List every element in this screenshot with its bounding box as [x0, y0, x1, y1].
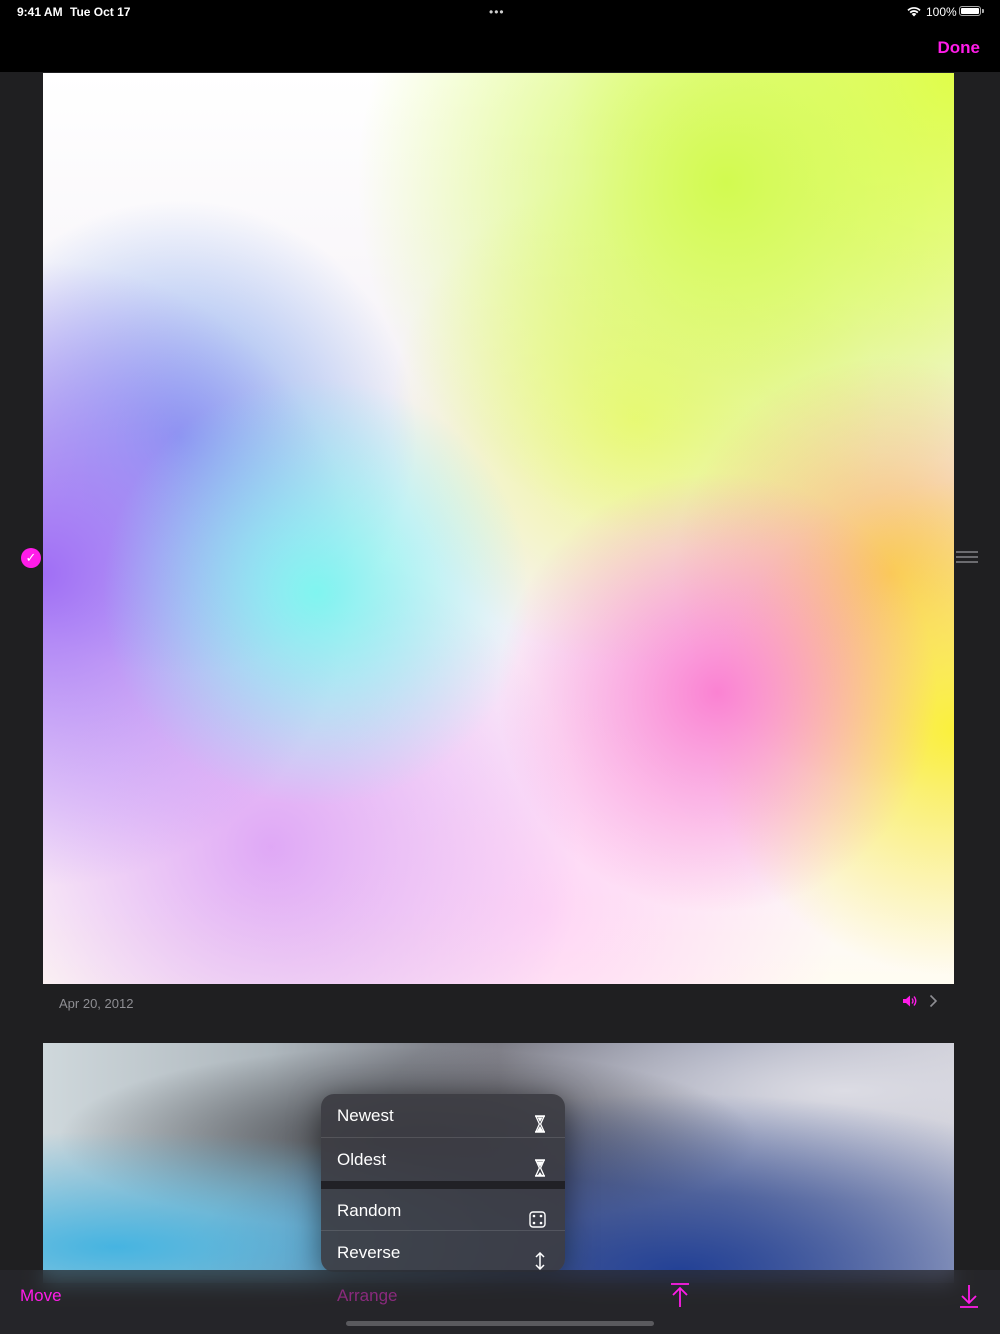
done-button[interactable]: Done [938, 38, 981, 58]
home-indicator [346, 1321, 654, 1326]
menu-item-random[interactable]: Random [321, 1189, 565, 1232]
menu-item-label: Oldest [337, 1150, 387, 1169]
status-bar: 9:41 AM Tue Oct 17 ••• 100% [0, 0, 1000, 24]
status-date: Tue Oct 17 [70, 5, 131, 19]
arrow-to-bottom-icon[interactable] [958, 1284, 980, 1313]
arrange-menu: Newest Oldest Random Reverse [321, 1094, 565, 1272]
multitask-dots[interactable]: ••• [489, 5, 505, 19]
battery-percent: 100% [926, 5, 957, 19]
arrange-button[interactable]: Arrange [337, 1286, 397, 1306]
reorder-handle-icon[interactable] [956, 551, 978, 565]
chevron-right-icon[interactable] [928, 994, 938, 1013]
menu-item-newest[interactable]: Newest [321, 1094, 565, 1137]
status-time: 9:41 AM [17, 5, 63, 19]
wifi-icon [906, 4, 922, 22]
speaker-icon[interactable] [902, 994, 918, 1013]
move-button[interactable]: Move [20, 1286, 62, 1306]
menu-item-label: Newest [337, 1106, 394, 1125]
menu-item-label: Random [337, 1201, 402, 1220]
photo-thumbnail[interactable] [43, 73, 954, 984]
photo-date: Apr 20, 2012 [59, 996, 134, 1011]
nav-bar: Done [0, 24, 1000, 72]
menu-item-label: Reverse [337, 1243, 401, 1262]
selected-checkmark-icon[interactable]: ✓ [21, 548, 41, 568]
arrow-to-top-icon[interactable] [668, 1282, 692, 1313]
menu-item-oldest[interactable]: Oldest [321, 1138, 565, 1181]
battery-icon [959, 6, 984, 16]
menu-item-reverse[interactable]: Reverse [321, 1231, 565, 1272]
up-down-arrow-icon [534, 1243, 546, 1272]
